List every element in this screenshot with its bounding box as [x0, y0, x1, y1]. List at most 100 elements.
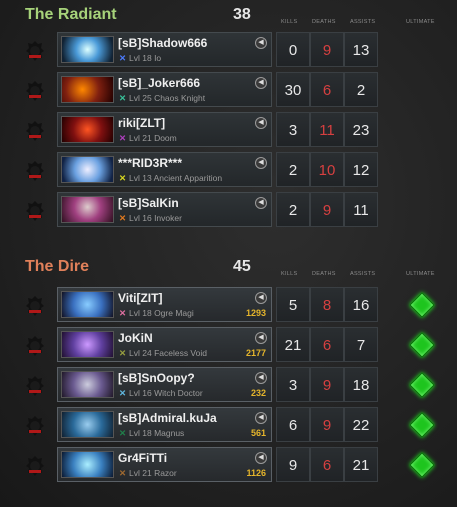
deaths-header: DEATHS [312, 271, 336, 277]
hero-level: Lvl 18 [129, 53, 152, 63]
speaker-icon[interactable]: ◀ [255, 372, 267, 384]
player-color-mark-icon: ✕ [118, 468, 127, 478]
kills-cell: 2 [276, 192, 310, 227]
deaths-cell: 9 [310, 407, 344, 442]
player-row[interactable]: [sB]SalKin ✕ Lvl 16 Invoker ◀ 2 9 11 [0, 192, 457, 230]
player-card[interactable]: ***RID3R*** ✕ Lvl 13 Ancient Apparition ◀ [57, 152, 272, 187]
player-name: JoKiN [118, 331, 153, 345]
player-color-mark-icon: ✕ [118, 348, 127, 358]
deaths-cell: 8 [310, 287, 344, 322]
player-name: [sB]_Joker666 [118, 76, 201, 90]
assists-header: ASSISTS [350, 271, 376, 277]
player-row[interactable]: [sB]Admiral.kuJa ✕ Lvl 18 Magnus ◀ 561 6 9 22 [0, 407, 457, 445]
deaths-cell: 9 [310, 192, 344, 227]
player-name: [sB]SnOopy? [118, 371, 195, 385]
player-row[interactable]: riki[ZLT] ✕ Lvl 21 Doom ◀ 3 11 23 [0, 112, 457, 150]
player-card[interactable]: [sB]Shadow666 ✕ Lvl 18 Io ◀ [57, 32, 272, 67]
hero-info: ✕ Lvl 21 Doom [118, 133, 177, 144]
speaker-icon[interactable]: ◀ [255, 117, 267, 129]
player-card[interactable]: Viti[ZIT] ✕ Lvl 18 Ogre Magi ◀ 1293 [57, 287, 272, 322]
skull-logo-icon [24, 415, 46, 437]
skull-logo-icon [24, 375, 46, 397]
kills-cell: 6 [276, 407, 310, 442]
hero-level: Lvl 21 [129, 468, 152, 478]
ultimate-header: ULTIMATE [406, 19, 435, 25]
assists-cell: 2 [344, 72, 378, 107]
hero-info: ✕ Lvl 18 Ogre Magi [118, 308, 194, 319]
kills-header: KILLS [281, 19, 298, 25]
hero-info: ✕ Lvl 24 Faceless Void [118, 348, 207, 359]
player-row[interactable]: [sB]SnOopy? ✕ Lvl 16 Witch Doctor ◀ 232 3 9 18 [0, 367, 457, 405]
green-gem-icon [409, 412, 435, 438]
green-gem-icon [409, 372, 435, 398]
speaker-icon[interactable]: ◀ [255, 452, 267, 464]
hero-portrait [61, 196, 114, 223]
player-name: [sB]SalKin [118, 196, 179, 210]
speaker-icon[interactable]: ◀ [255, 157, 267, 169]
hero-level: Lvl 16 [129, 213, 152, 223]
assists-header: ASSISTS [350, 19, 376, 25]
skull-logo-icon [24, 200, 46, 222]
player-gold: 561 [250, 428, 266, 438]
deaths-cell: 11 [310, 112, 344, 147]
speaker-icon[interactable]: ◀ [255, 77, 267, 89]
deaths-cell: 9 [310, 367, 344, 402]
hero-portrait [61, 451, 114, 478]
player-card[interactable]: Gr4FiTTi ✕ Lvl 21 Razor ◀ 1126 [57, 447, 272, 482]
deaths-header: DEATHS [312, 19, 336, 25]
speaker-icon[interactable]: ◀ [255, 197, 267, 209]
player-card[interactable]: [sB]SnOopy? ✕ Lvl 16 Witch Doctor ◀ 232 [57, 367, 272, 402]
player-color-mark-icon: ✕ [118, 133, 127, 143]
kills-cell: 2 [276, 152, 310, 187]
radiant-team-name: The Radiant [25, 6, 117, 23]
kills-cell: 30 [276, 72, 310, 107]
player-card[interactable]: JoKiN ✕ Lvl 24 Faceless Void ◀ 2177 [57, 327, 272, 362]
player-row[interactable]: Gr4FiTTi ✕ Lvl 21 Razor ◀ 1126 9 6 21 [0, 447, 457, 485]
hero-portrait [61, 291, 114, 318]
ultimate-header: ULTIMATE [406, 271, 435, 277]
player-row[interactable]: Viti[ZIT] ✕ Lvl 18 Ogre Magi ◀ 1293 5 8 16 [0, 287, 457, 325]
hero-portrait [61, 76, 114, 103]
green-gem-icon [409, 452, 435, 478]
hero-name: Magnus [154, 428, 185, 438]
player-card[interactable]: [sB]_Joker666 ✕ Lvl 25 Chaos Knight ◀ [57, 72, 272, 107]
hero-name: Ancient Apparition [153, 173, 223, 183]
assists-cell: 21 [344, 447, 378, 482]
speaker-icon[interactable]: ◀ [255, 37, 267, 49]
hero-portrait [61, 36, 114, 63]
player-card[interactable]: riki[ZLT] ✕ Lvl 21 Doom ◀ [57, 112, 272, 147]
player-name: [sB]Admiral.kuJa [118, 411, 217, 425]
hero-level: Lvl 16 [129, 388, 152, 398]
hero-info: ✕ Lvl 18 Magnus [118, 428, 184, 439]
player-color-mark-icon: ✕ [118, 53, 127, 63]
hero-name: Witch Doctor [154, 388, 203, 398]
player-card[interactable]: [sB]SalKin ✕ Lvl 16 Invoker ◀ [57, 192, 272, 227]
kills-cell: 9 [276, 447, 310, 482]
radiant-team-score: 38 [233, 6, 251, 23]
speaker-icon[interactable]: ◀ [255, 332, 267, 344]
kills-cell: 3 [276, 112, 310, 147]
player-card[interactable]: [sB]Admiral.kuJa ✕ Lvl 18 Magnus ◀ 561 [57, 407, 272, 442]
player-row[interactable]: JoKiN ✕ Lvl 24 Faceless Void ◀ 2177 21 6 7 [0, 327, 457, 365]
hero-name: Ogre Magi [154, 308, 194, 318]
hero-name: Chaos Knight [154, 93, 206, 103]
player-row[interactable]: ***RID3R*** ✕ Lvl 13 Ancient Apparition ◀ 2 1… [0, 152, 457, 190]
assists-cell: 22 [344, 407, 378, 442]
speaker-icon[interactable]: ◀ [255, 412, 267, 424]
player-name: ***RID3R*** [118, 156, 183, 170]
player-row[interactable]: [sB]Shadow666 ✕ Lvl 18 Io ◀ 0 9 13 [0, 32, 457, 70]
dire-team-name: The Dire [25, 258, 90, 275]
player-gold: 2177 [245, 348, 266, 358]
hero-info: ✕ Lvl 21 Razor [118, 468, 177, 479]
hero-portrait [61, 331, 114, 358]
speaker-icon[interactable]: ◀ [255, 292, 267, 304]
kills-cell: 5 [276, 287, 310, 322]
hero-info: ✕ Lvl 16 Witch Doctor [118, 388, 203, 399]
hero-portrait [61, 371, 114, 398]
player-gold: 1293 [245, 308, 266, 318]
player-row[interactable]: [sB]_Joker666 ✕ Lvl 25 Chaos Knight ◀ 30 6 2 [0, 72, 457, 110]
hero-name: Faceless Void [154, 348, 207, 358]
hero-info: ✕ Lvl 16 Invoker [118, 213, 182, 224]
hero-info: ✕ Lvl 18 Io [118, 53, 161, 64]
dire-header: The Dire 45 KILLS DEATHS ASSISTS ULTIMAT… [0, 258, 457, 282]
